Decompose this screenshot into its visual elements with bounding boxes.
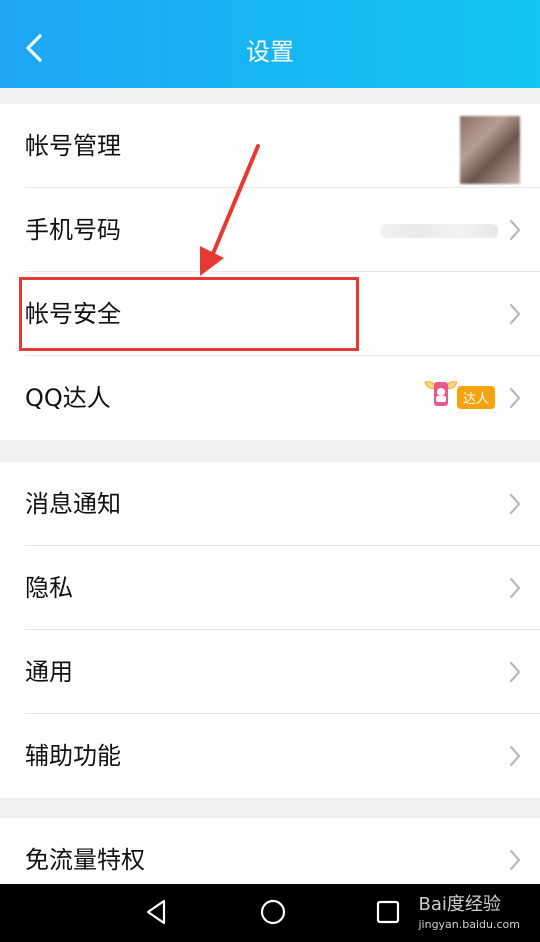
- chevron-right-icon: [509, 849, 521, 871]
- watermark-url: jingyan.baidu.com: [418, 918, 520, 931]
- page-title: 设置: [246, 38, 294, 66]
- settings-group-account: 帐号管理 手机号码 帐号安全 QQ达人 达人: [0, 104, 540, 440]
- angel-wings-icon: [424, 381, 458, 406]
- chevron-right-icon: [509, 577, 521, 599]
- chevron-right-icon: [509, 493, 521, 515]
- settings-item-accessibility[interactable]: 辅助功能: [0, 714, 540, 798]
- settings-item-label: 消息通知: [25, 490, 121, 518]
- badge-label: 达人: [456, 386, 495, 409]
- settings-group-general: 消息通知 隐私 通用 辅助功能: [0, 462, 540, 798]
- chevron-right-icon: [509, 387, 521, 409]
- settings-item-label: 免流量特权: [25, 846, 145, 874]
- settings-item-label: 辅助功能: [25, 742, 121, 770]
- talent-badge: 达人: [421, 374, 495, 414]
- settings-item-label: 通用: [25, 658, 73, 686]
- chevron-right-icon: [509, 219, 521, 241]
- settings-item-qq-talent[interactable]: QQ达人 达人: [0, 356, 540, 440]
- nav-home-button[interactable]: [259, 898, 287, 926]
- settings-item-label: QQ达人: [25, 384, 111, 412]
- chevron-right-icon: [509, 745, 521, 767]
- top-bar: 设置: [0, 10, 540, 88]
- settings-item-general[interactable]: 通用: [0, 630, 540, 714]
- settings-item-account-management[interactable]: 帐号管理: [0, 104, 540, 188]
- settings-item-privacy[interactable]: 隐私: [0, 546, 540, 630]
- watermark-title: Bai度经验: [418, 894, 501, 915]
- phone-number-value: [380, 224, 498, 238]
- nav-back-button[interactable]: [142, 898, 170, 926]
- settings-item-notifications[interactable]: 消息通知: [0, 462, 540, 546]
- square-recent-icon: [376, 900, 400, 924]
- settings-item-label: 帐号管理: [25, 132, 121, 160]
- highlight-box: [19, 277, 359, 351]
- settings-item-label: 隐私: [25, 574, 73, 602]
- circle-home-icon: [260, 899, 286, 925]
- avatar: [460, 116, 520, 184]
- status-bar: [0, 0, 540, 10]
- triangle-back-icon: [146, 899, 166, 925]
- nav-recent-button[interactable]: [374, 898, 402, 926]
- settings-item-phone-number[interactable]: 手机号码: [0, 188, 540, 272]
- settings-item-label: 手机号码: [25, 216, 121, 244]
- chevron-right-icon: [509, 303, 521, 325]
- watermark: Bai度经验 jingyan.baidu.com: [418, 890, 520, 931]
- chevron-right-icon: [509, 661, 521, 683]
